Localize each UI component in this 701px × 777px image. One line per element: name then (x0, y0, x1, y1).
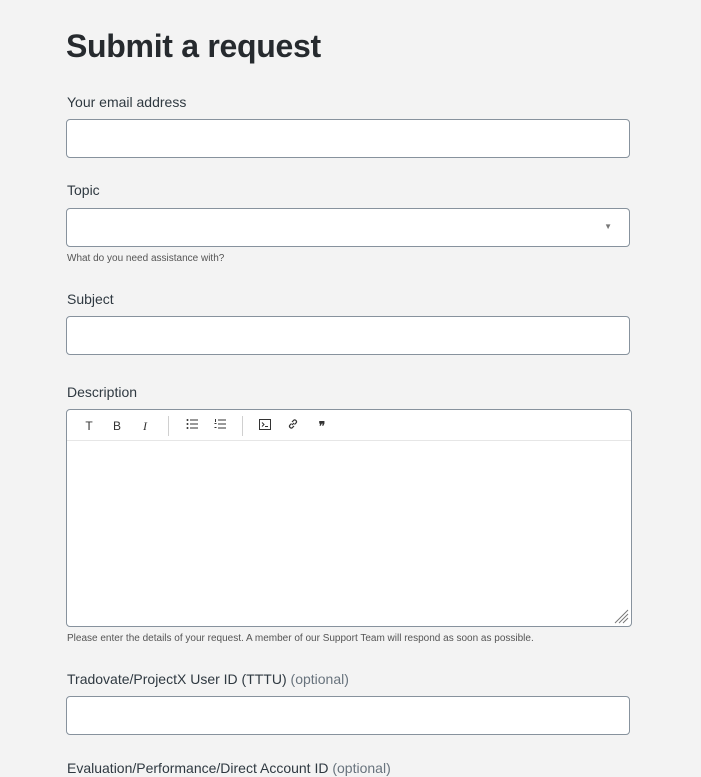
optional-tag: (optional) (332, 760, 391, 776)
numbered-list-button[interactable] (212, 418, 228, 434)
description-hint: Please enter the details of your request… (67, 633, 534, 644)
bold-button[interactable]: B (109, 418, 125, 434)
quote-button[interactable]: ❞ (314, 418, 330, 434)
topic-label: Topic (67, 182, 100, 198)
page-title: Submit a request (66, 28, 321, 64)
bullet-list-button[interactable] (184, 418, 200, 434)
account-id-label-text: Evaluation/Performance/Direct Account ID (67, 760, 329, 776)
caret-down-icon: ▼ (604, 222, 612, 231)
toolbar-divider (168, 416, 169, 436)
email-label: Your email address (67, 94, 187, 110)
optional-tag: (optional) (290, 671, 349, 687)
subject-field[interactable] (66, 316, 630, 355)
user-id-label: Tradovate/ProjectX User ID (TTTU) (optio… (67, 670, 349, 688)
toolbar-divider (242, 416, 243, 436)
account-id-label: Evaluation/Performance/Direct Account ID… (67, 759, 391, 777)
user-id-label-text: Tradovate/ProjectX User ID (TTTU) (67, 671, 287, 687)
subject-label: Subject (67, 291, 114, 307)
code-block-icon (259, 419, 271, 430)
resize-grip-icon[interactable] (613, 608, 629, 624)
numbered-list-icon (214, 419, 226, 429)
email-field[interactable] (66, 119, 630, 158)
editor-toolbar: T B I ❞ (67, 410, 631, 441)
bullet-list-icon (186, 419, 198, 429)
quote-icon: ❞ (318, 419, 326, 433)
topic-select[interactable]: ▼ (66, 208, 630, 247)
description-label: Description (67, 384, 138, 400)
topic-hint: What do you need assistance with? (67, 253, 225, 264)
text-format-button[interactable]: T (81, 418, 97, 434)
description-editor[interactable]: T B I ❞ (66, 409, 632, 627)
user-id-field[interactable] (66, 696, 630, 735)
italic-button[interactable]: I (137, 418, 153, 434)
link-icon (288, 419, 298, 429)
code-block-button[interactable] (257, 418, 273, 434)
link-button[interactable] (285, 418, 301, 434)
